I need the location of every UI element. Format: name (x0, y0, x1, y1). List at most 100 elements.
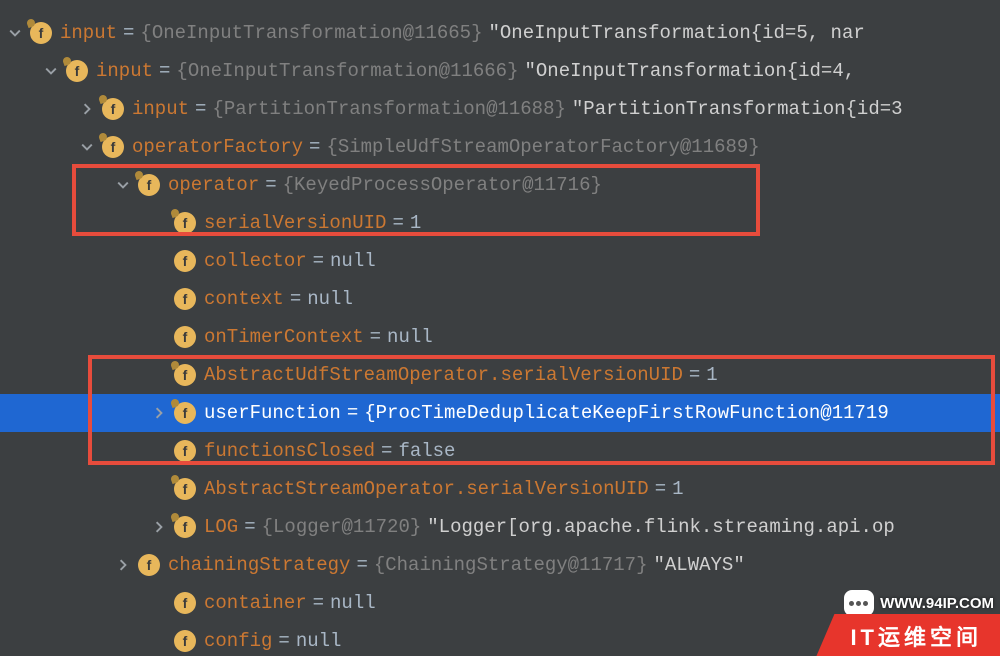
wechat-icon (844, 590, 874, 616)
tree-row[interactable]: finput = {OneInputTransformation@11666} "On… (0, 52, 1000, 90)
field-icon: f (174, 288, 196, 310)
tree-row[interactable]: f onTimerContext = null (0, 318, 1000, 356)
variable-name: functionsClosed (204, 440, 375, 462)
chevron-right-icon[interactable] (114, 556, 132, 574)
variable-value: 1 (672, 478, 683, 500)
field-icon: f (174, 630, 196, 652)
variable-tostring: "OneInputTransformation{id=5, nar (488, 22, 864, 44)
field-icon: f (174, 440, 196, 462)
field-icon: f (138, 174, 160, 196)
chevron-down-icon[interactable] (114, 176, 132, 194)
variable-name: chainingStrategy (168, 554, 350, 576)
equals-sign: = (290, 288, 301, 310)
chevron-right-icon[interactable] (150, 404, 168, 422)
watermark-banner: IT运维空间 (816, 614, 1000, 656)
variable-value: null (387, 326, 433, 348)
variable-value: null (307, 288, 353, 310)
tree-row[interactable]: f collector = null (0, 242, 1000, 280)
variable-name: collector (204, 250, 307, 272)
variable-value: null (330, 250, 376, 272)
variable-type: {ChainingStrategy@11717} (374, 554, 648, 576)
equals-sign: = (370, 326, 381, 348)
equals-sign: = (356, 554, 367, 576)
variable-tostring: "PartitionTransformation{id=3 (572, 98, 903, 120)
variable-name: LOG (204, 516, 238, 538)
variable-tostring: "OneInputTransformation{id=4, (524, 60, 855, 82)
tree-row[interactable]: f functionsClosed = false (0, 432, 1000, 470)
variable-type: {OneInputTransformation@11666} (176, 60, 518, 82)
field-icon: f (174, 212, 196, 234)
tree-row[interactable]: finput = {OneInputTransformation@11665} "On… (0, 14, 1000, 52)
field-icon: f (102, 98, 124, 120)
chevron-down-icon[interactable] (6, 24, 24, 42)
chevron-down-icon[interactable] (42, 62, 60, 80)
field-icon: f (66, 60, 88, 82)
field-icon: f (174, 250, 196, 272)
field-icon: f (174, 592, 196, 614)
equals-sign: = (381, 440, 392, 462)
equals-sign: = (278, 630, 289, 652)
variable-value: 1 (706, 364, 717, 386)
variable-name: AbstractStreamOperator.serialVersionUID (204, 478, 649, 500)
variable-type: {OneInputTransformation@11665} (140, 22, 482, 44)
field-icon: f (174, 478, 196, 500)
equals-sign: = (392, 212, 403, 234)
tree-row[interactable]: f chainingStrategy = {ChainingStrategy@1171… (0, 546, 1000, 584)
tree-row[interactable]: f context = null (0, 280, 1000, 318)
variable-name: operator (168, 174, 259, 196)
equals-sign: = (313, 250, 324, 272)
variable-name: serialVersionUID (204, 212, 386, 234)
variable-name: input (96, 60, 153, 82)
equals-sign: = (159, 60, 170, 82)
equals-sign: = (123, 22, 134, 44)
variable-type: {ProcTimeDeduplicateKeepFirstRowFunction… (364, 402, 889, 424)
variable-value: null (330, 592, 376, 614)
tree-row[interactable]: f AbstractStreamOperator.serialVersionUID… (0, 470, 1000, 508)
equals-sign: = (244, 516, 255, 538)
tree-row[interactable]: f userFunction = {ProcTimeDeduplicateKeepFi… (0, 394, 1000, 432)
variable-type: {PartitionTransformation@11688} (212, 98, 565, 120)
field-icon: f (102, 136, 124, 158)
variable-type: {KeyedProcessOperator@11716} (283, 174, 602, 196)
variable-name: input (60, 22, 117, 44)
tree-row[interactable]: f operator = {KeyedProcessOperator@11716} (0, 166, 1000, 204)
chevron-right-icon[interactable] (78, 100, 96, 118)
variable-name: context (204, 288, 284, 310)
tree-row[interactable]: f LOG = {Logger@11720}"Logger[org.apache.fl… (0, 508, 1000, 546)
variable-value: false (398, 440, 455, 462)
equals-sign: = (195, 98, 206, 120)
watermark-url: WWW.94IP.COM (880, 595, 994, 612)
tree-row[interactable]: f AbstractUdfStreamOperator.serialVersion… (0, 356, 1000, 394)
tree-row[interactable]: finput = {PartitionTransformation@11688} "P… (0, 90, 1000, 128)
field-icon: f (174, 364, 196, 386)
debug-variable-tree[interactable]: finput={OneInputTransformation@11665}"On… (0, 0, 1000, 656)
variable-name: config (204, 630, 272, 652)
chevron-right-icon[interactable] (150, 518, 168, 536)
equals-sign: = (313, 592, 324, 614)
variable-type: {SimpleUdfStreamOperatorFactory@11689} (326, 136, 759, 158)
variable-name: container (204, 592, 307, 614)
variable-tostring: "Logger[org.apache.flink.streaming.api.o… (427, 516, 894, 538)
variable-type: {Logger@11720} (262, 516, 422, 538)
variable-name: userFunction (204, 402, 341, 424)
chevron-down-icon[interactable] (78, 138, 96, 156)
variable-name: operatorFactory (132, 136, 303, 158)
equals-sign: = (655, 478, 666, 500)
field-icon: f (138, 554, 160, 576)
equals-sign: = (265, 174, 276, 196)
equals-sign: = (689, 364, 700, 386)
field-icon: f (174, 516, 196, 538)
field-icon: f (30, 22, 52, 44)
variable-value: 1 (410, 212, 421, 234)
variable-name: AbstractUdfStreamOperator.serialVersionU… (204, 364, 683, 386)
tree-row[interactable]: f operatorFactory = {SimpleUdfStreamOperato… (0, 128, 1000, 166)
variable-name: onTimerContext (204, 326, 364, 348)
variable-value: null (296, 630, 342, 652)
variable-tostring: "ALWAYS" (654, 554, 745, 576)
tree-row[interactable]: f serialVersionUID = 1 (0, 204, 1000, 242)
field-icon: f (174, 402, 196, 424)
equals-sign: = (347, 402, 358, 424)
variable-name: input (132, 98, 189, 120)
equals-sign: = (309, 136, 320, 158)
field-icon: f (174, 326, 196, 348)
